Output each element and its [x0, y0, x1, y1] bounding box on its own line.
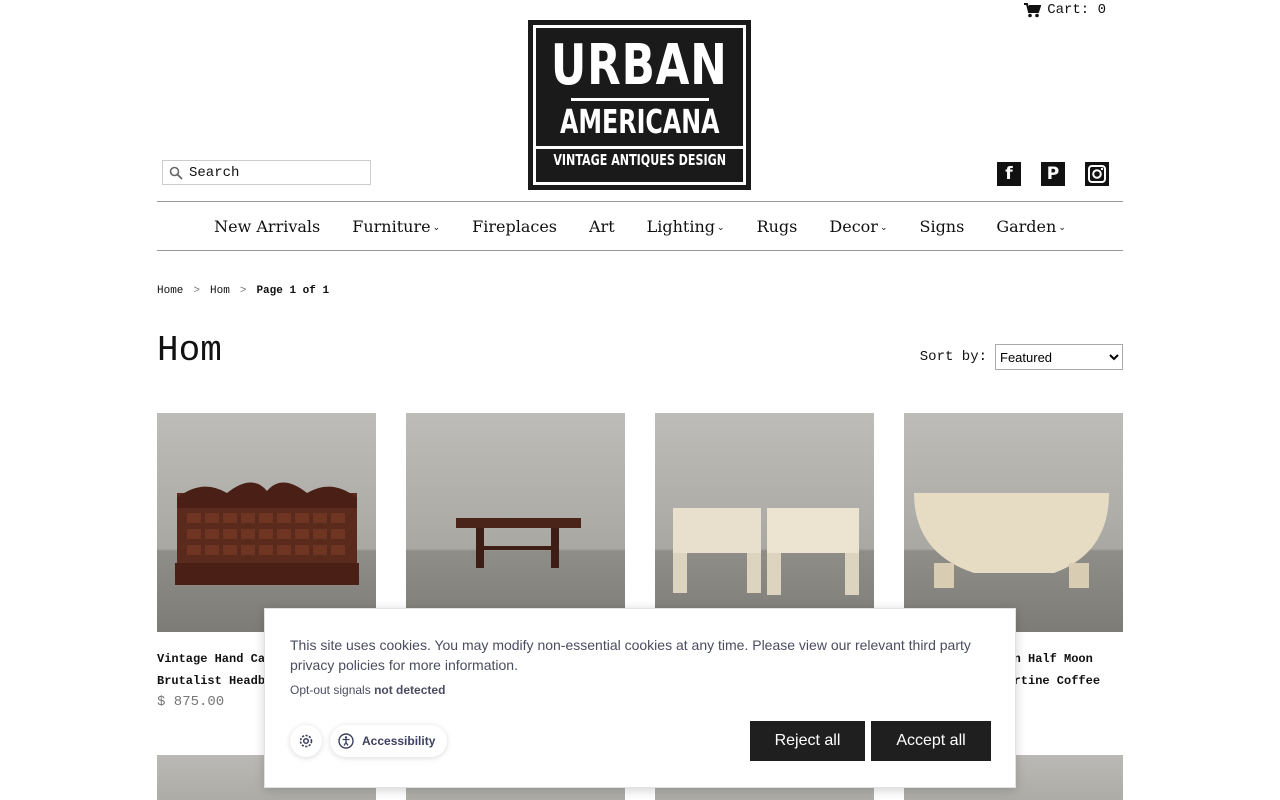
- reject-all-button[interactable]: Reject all: [750, 721, 865, 761]
- social-links: f P: [997, 162, 1109, 186]
- product-card[interactable]: [655, 413, 874, 632]
- search-icon: [169, 166, 183, 180]
- facebook-icon[interactable]: f: [997, 162, 1021, 186]
- nav-item-decor[interactable]: Decor ⌄: [813, 217, 903, 236]
- breadcrumb-separator: >: [193, 285, 201, 297]
- cart-label: Cart: 0: [1047, 2, 1106, 18]
- product-image[interactable]: [655, 413, 874, 632]
- chevron-down-icon: ⌄: [1058, 222, 1066, 233]
- breadcrumb-separator: >: [239, 285, 247, 297]
- nav-item-signs[interactable]: Signs: [903, 217, 980, 236]
- pinterest-icon[interactable]: P: [1041, 162, 1065, 186]
- site-logo[interactable]: URBAN AMERICANA VINTAGE ANTIQUES DESIGN: [528, 20, 751, 190]
- gear-icon: [299, 734, 313, 748]
- nav-item-new-arrivals[interactable]: New Arrivals: [198, 217, 336, 236]
- chevron-down-icon: ⌄: [879, 222, 888, 233]
- sort-control: Sort by: Featured: [920, 344, 1123, 370]
- nav-item-lighting[interactable]: Lighting ⌄: [631, 217, 741, 236]
- product-card[interactable]: [406, 413, 625, 632]
- nav-item-garden[interactable]: Garden ⌄: [980, 217, 1082, 236]
- logo-line-3: VINTAGE ANTIQUES DESIGN: [553, 151, 726, 169]
- breadcrumb-section[interactable]: Hom: [210, 285, 230, 297]
- instagram-icon[interactable]: [1085, 162, 1109, 186]
- cart-icon: [1024, 2, 1042, 17]
- page-title: Hom: [157, 330, 222, 371]
- search-box[interactable]: [162, 160, 371, 185]
- nav-item-art[interactable]: Art: [573, 217, 631, 236]
- product-image[interactable]: [406, 413, 625, 632]
- chevron-down-icon: ⌄: [432, 222, 441, 233]
- accessibility-button[interactable]: Accessibility: [330, 725, 448, 757]
- logo-line-1: URBAN: [551, 33, 728, 98]
- breadcrumb: Home > Hom > Page 1 of 1: [157, 285, 339, 297]
- product-image[interactable]: [904, 413, 1123, 632]
- opt-out-status: Opt-out signals not detected: [290, 683, 446, 697]
- main-nav: New Arrivals Furniture ⌄ Fireplaces Art L…: [157, 201, 1123, 251]
- logo-line-2: AMERICANA: [559, 102, 720, 141]
- sort-select[interactable]: Featured: [995, 344, 1123, 370]
- cart-link[interactable]: Cart: 0: [1024, 2, 1106, 18]
- cookie-banner: This site uses cookies. You may modify n…: [264, 608, 1016, 788]
- chevron-down-icon: ⌄: [717, 222, 725, 233]
- cookie-message: This site uses cookies. You may modify n…: [290, 637, 971, 673]
- accessibility-icon: [338, 733, 354, 749]
- accessibility-label: Accessibility: [362, 734, 436, 748]
- sort-label: Sort by:: [919, 349, 987, 365]
- nav-item-fireplaces[interactable]: Fireplaces: [456, 217, 573, 236]
- accept-all-button[interactable]: Accept all: [871, 721, 991, 761]
- breadcrumb-home[interactable]: Home: [157, 285, 183, 297]
- product-image[interactable]: [157, 413, 376, 632]
- breadcrumb-current: Page 1 of 1: [256, 285, 330, 297]
- search-input[interactable]: [189, 164, 359, 181]
- nav-item-furniture[interactable]: Furniture ⌄: [336, 217, 456, 236]
- cookie-settings-button[interactable]: [290, 725, 322, 757]
- nav-item-rugs[interactable]: Rugs: [741, 217, 814, 236]
